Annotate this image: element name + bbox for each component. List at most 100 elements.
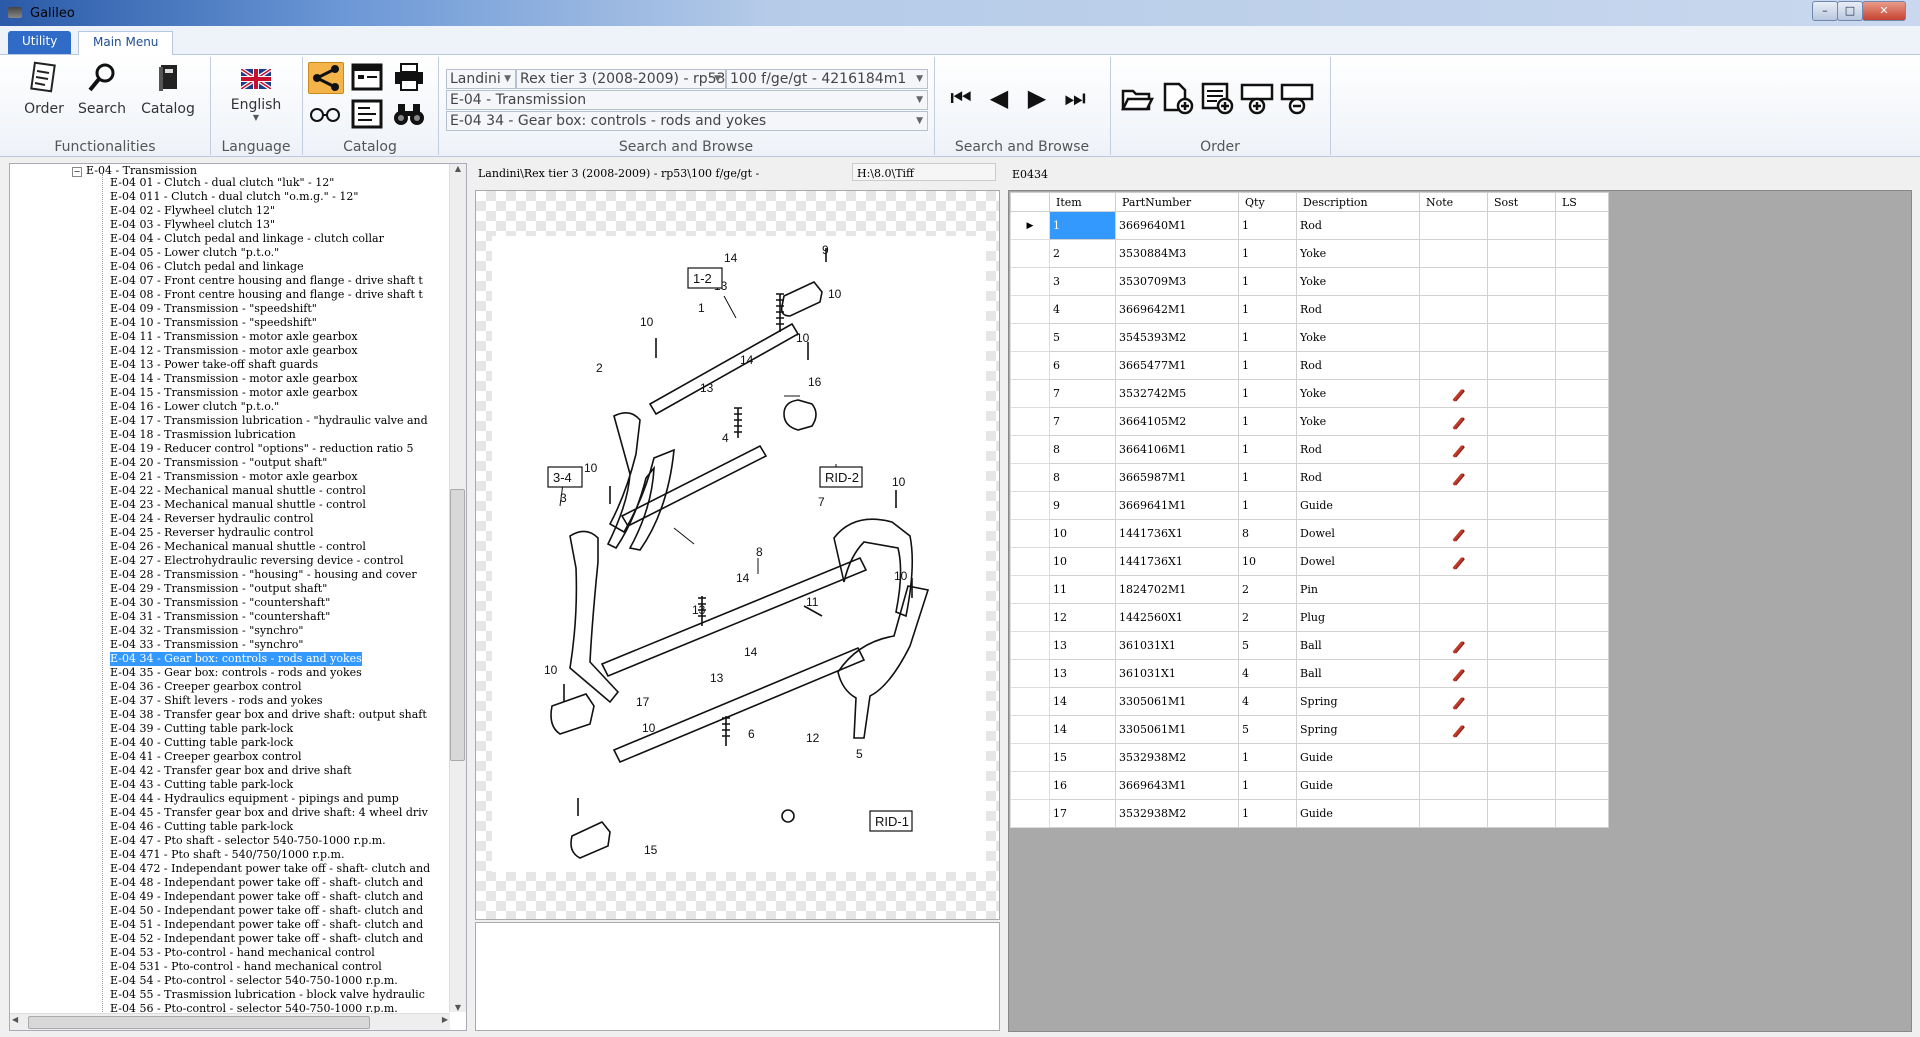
cell-ls[interactable] xyxy=(1555,519,1609,548)
table-row[interactable]: 10 1441736X1 8 Dowel xyxy=(1010,519,1609,548)
cell-note[interactable] xyxy=(1419,547,1488,576)
cell-item[interactable]: 10 xyxy=(1049,547,1116,576)
cell-partnumber[interactable]: 1442560X1 xyxy=(1115,603,1239,632)
tree-item[interactable]: E-04 42 - Transfer gear box and drive sh… xyxy=(110,764,352,778)
cell-note[interactable] xyxy=(1419,407,1488,436)
cell-description[interactable]: Yoke xyxy=(1296,267,1420,296)
cell-ls[interactable] xyxy=(1555,771,1609,800)
scroll-down-icon[interactable]: ▼ xyxy=(450,1003,466,1012)
cell-qty[interactable]: 1 xyxy=(1238,295,1297,324)
cell-partnumber[interactable]: 3669643M1 xyxy=(1115,771,1239,800)
cell-ls[interactable] xyxy=(1555,631,1609,660)
scroll-up-icon[interactable]: ▲ xyxy=(450,164,466,173)
scroll-left-icon[interactable]: ◀ xyxy=(12,1015,18,1024)
column-header-note[interactable]: Note xyxy=(1419,192,1488,212)
cell-item[interactable]: 14 xyxy=(1049,687,1116,716)
cell-sost[interactable] xyxy=(1487,575,1556,604)
cell-note[interactable] xyxy=(1419,799,1488,828)
cell-item[interactable]: 2 xyxy=(1049,239,1116,268)
row-header-cell[interactable] xyxy=(1010,631,1050,660)
cell-item[interactable]: 3 xyxy=(1049,267,1116,296)
table-row[interactable]: 8 3665987M1 1 Rod xyxy=(1010,463,1609,492)
cell-note[interactable] xyxy=(1419,435,1488,464)
cell-sost[interactable] xyxy=(1487,295,1556,324)
cell-partnumber[interactable]: 3532742M5 xyxy=(1115,379,1239,408)
column-header-sost[interactable]: Sost xyxy=(1487,192,1556,212)
previous-icon[interactable]: ◀ xyxy=(984,83,1014,113)
tree-item[interactable]: E-04 47 - Pto shaft - selector 540-750-1… xyxy=(110,834,386,848)
row-header-cell[interactable] xyxy=(1010,463,1050,492)
window-icon[interactable] xyxy=(350,62,384,92)
cell-qty[interactable]: 1 xyxy=(1238,743,1297,772)
cell-note[interactable] xyxy=(1419,463,1488,492)
cell-qty[interactable]: 10 xyxy=(1238,547,1297,576)
tree-item[interactable]: E-04 22 - Mechanical manual shuttle - co… xyxy=(110,484,366,498)
table-row[interactable]: 13 361031X1 4 Ball xyxy=(1010,659,1609,688)
cell-qty[interactable]: 1 xyxy=(1238,407,1297,436)
row-header-cell[interactable] xyxy=(1010,323,1050,352)
cell-note[interactable] xyxy=(1419,743,1488,772)
tree-item[interactable]: E-04 49 - Independant power take off - s… xyxy=(110,890,423,904)
tree-item[interactable]: E-04 52 - Independant power take off - s… xyxy=(110,932,423,946)
tree-item[interactable]: E-04 40 - Cutting table park-lock xyxy=(110,736,293,750)
row-header-cell[interactable] xyxy=(1010,659,1050,688)
cell-description[interactable]: Yoke xyxy=(1296,379,1420,408)
cell-sost[interactable] xyxy=(1487,239,1556,268)
language-button[interactable]: English ▼ xyxy=(226,61,286,122)
tree-item[interactable]: E-04 01 - Clutch - dual clutch "luk" - 1… xyxy=(110,176,334,190)
cell-note[interactable] xyxy=(1419,379,1488,408)
note-pencil-icon[interactable] xyxy=(1452,417,1464,430)
note-pencil-icon[interactable] xyxy=(1452,445,1464,458)
tree-item[interactable]: E-04 03 - Flywheel clutch 13" xyxy=(110,218,275,232)
tree-item[interactable]: E-04 09 - Transmission - "speedshift" xyxy=(110,302,317,316)
tree-item[interactable]: E-04 06 - Clutch pedal and linkage xyxy=(110,260,304,274)
table-row[interactable]: 14 3305061M1 4 Spring xyxy=(1010,687,1609,716)
close-button[interactable]: ✕ xyxy=(1862,1,1906,21)
cell-description[interactable]: Rod xyxy=(1296,211,1420,240)
cell-note[interactable] xyxy=(1419,575,1488,604)
cell-item[interactable]: 8 xyxy=(1049,435,1116,464)
cell-item[interactable]: 13 xyxy=(1049,631,1116,660)
cell-sost[interactable] xyxy=(1487,267,1556,296)
table-row[interactable]: 2 3530884M3 1 Yoke xyxy=(1010,239,1609,268)
tree-item[interactable]: E-04 23 - Mechanical manual shuttle - co… xyxy=(110,498,366,512)
table-row[interactable]: 10 1441736X1 10 Dowel xyxy=(1010,547,1609,576)
tree-item[interactable]: E-04 41 - Creeper gearbox control xyxy=(110,750,302,764)
cell-partnumber[interactable]: 3305061M1 xyxy=(1115,687,1239,716)
search-button[interactable]: Search xyxy=(75,61,129,117)
cell-ls[interactable] xyxy=(1555,491,1609,520)
open-folder-icon[interactable] xyxy=(1120,81,1155,115)
column-header-qty[interactable]: Qty xyxy=(1238,192,1297,212)
cell-description[interactable]: Guide xyxy=(1296,799,1420,828)
cell-partnumber[interactable]: 3665987M1 xyxy=(1115,463,1239,492)
brand-select[interactable]: Landini ▼ xyxy=(446,69,516,89)
cell-item[interactable]: 5 xyxy=(1049,323,1116,352)
tree-item[interactable]: E-04 50 - Independant power take off - s… xyxy=(110,904,423,918)
note-pencil-icon[interactable] xyxy=(1452,389,1464,402)
note-pencil-icon[interactable] xyxy=(1452,557,1464,570)
row-header-cell[interactable] xyxy=(1010,715,1050,744)
cell-note[interactable] xyxy=(1419,519,1488,548)
cell-partnumber[interactable]: 3532938M2 xyxy=(1115,799,1239,828)
table-row[interactable]: 4 3669642M1 1 Rod xyxy=(1010,295,1609,324)
cell-qty[interactable]: 1 xyxy=(1238,211,1297,240)
cell-item[interactable]: 11 xyxy=(1049,575,1116,604)
tree-item[interactable]: E-04 16 - Lower clutch "p.t.o." xyxy=(110,400,279,414)
tree-item[interactable]: E-04 51 - Independant power take off - s… xyxy=(110,918,423,932)
cell-qty[interactable]: 8 xyxy=(1238,519,1297,548)
tree-item[interactable]: E-04 19 - Reducer control "options" - re… xyxy=(110,442,414,456)
glasses-icon[interactable] xyxy=(308,99,342,129)
cell-sost[interactable] xyxy=(1487,351,1556,380)
tree-item[interactable]: E-04 39 - Cutting table park-lock xyxy=(110,722,293,736)
scroll-right-icon[interactable]: ▶ xyxy=(442,1015,448,1024)
tree-item[interactable]: E-04 13 - Power take-off shaft guards xyxy=(110,358,318,372)
first-icon[interactable]: ⏮ xyxy=(946,83,976,113)
cell-partnumber[interactable]: 3305061M1 xyxy=(1115,715,1239,744)
collapse-icon[interactable]: − xyxy=(72,167,82,177)
cell-item[interactable]: 7 xyxy=(1049,379,1116,408)
cell-ls[interactable] xyxy=(1555,715,1609,744)
list-icon[interactable] xyxy=(350,99,384,129)
cell-note[interactable] xyxy=(1419,323,1488,352)
table-row[interactable]: 15 3532938M2 1 Guide xyxy=(1010,743,1609,772)
tree-item[interactable]: E-04 53 - Pto-control - hand mechanical … xyxy=(110,946,375,960)
